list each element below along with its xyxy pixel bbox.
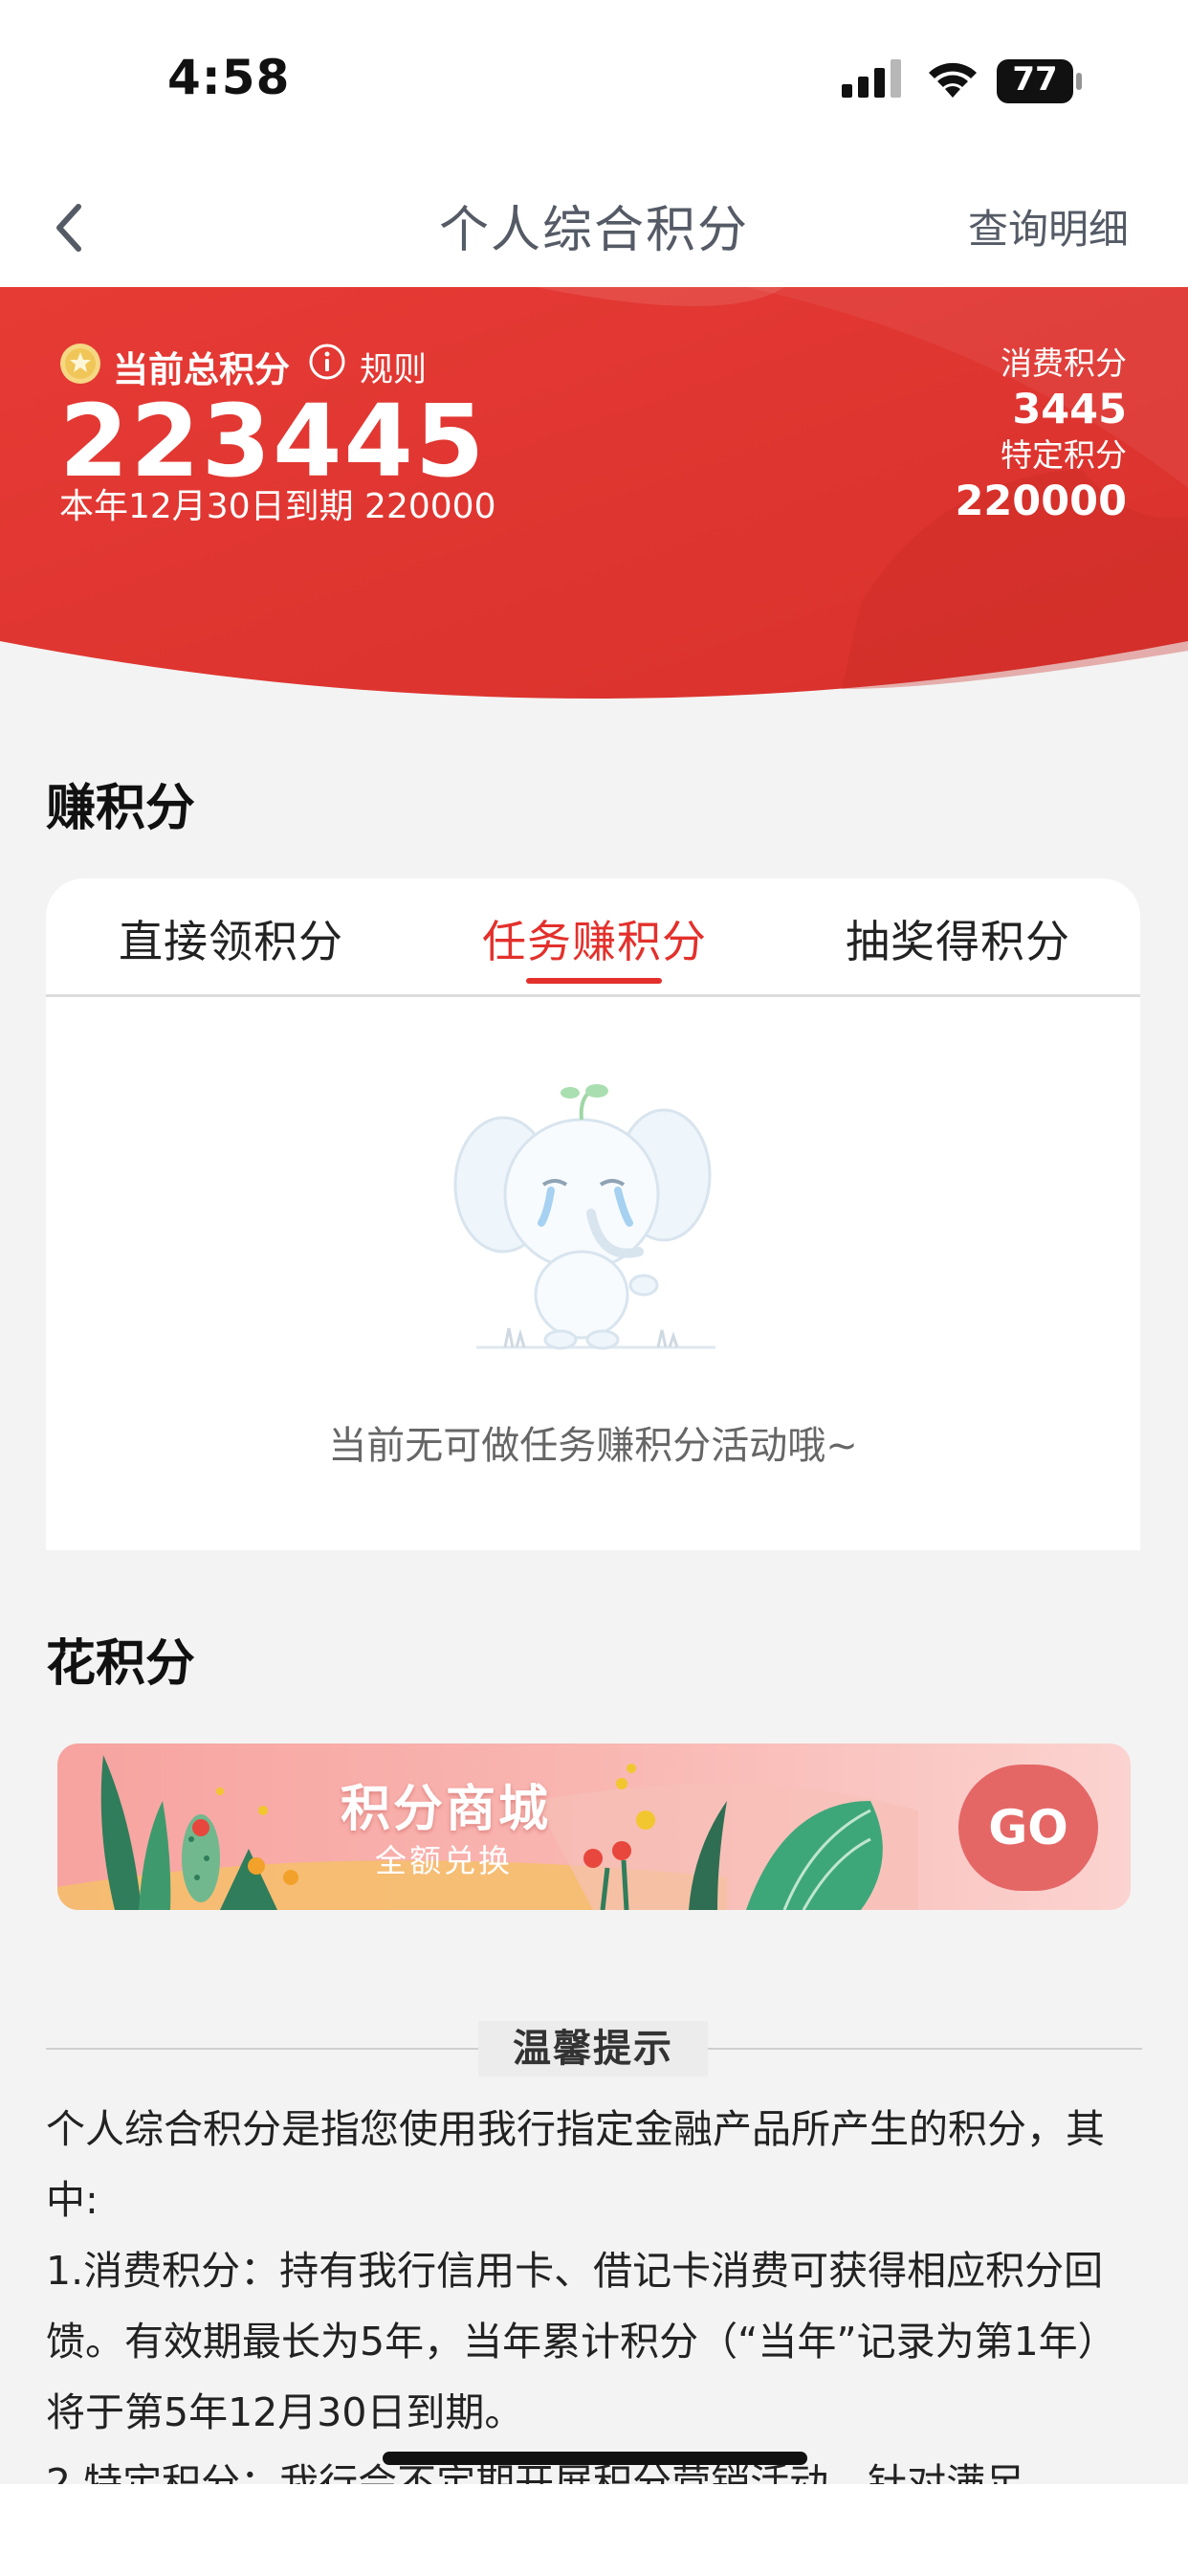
earn-section-title: 赚积分 <box>46 780 196 837</box>
special-points-label: 特定积分 <box>1001 436 1127 474</box>
go-button[interactable]: GO <box>958 1765 1098 1891</box>
earn-tabs: 直接领积分 任务赚积分 抽奖得积分 <box>46 878 1140 997</box>
points-summary-header: 当前总积分 规则 223445 本年12月30日到期 220000 消费积分 3… <box>0 287 1188 704</box>
home-indicator[interactable] <box>383 2452 807 2465</box>
earn-points-card: 直接领积分 任务赚积分 抽奖得积分 当前无可做任务赚积分活动哦~ <box>46 878 1140 1550</box>
empty-state-text: 当前无可做任务赚积分活动哦~ <box>328 1424 858 1468</box>
expiring-points-text: 本年12月30日到期 220000 <box>59 487 496 526</box>
tab-task-earn[interactable]: 任务赚积分 <box>482 907 707 970</box>
cellular-signal-icon <box>842 59 901 98</box>
consume-points-label: 消费积分 <box>1001 344 1127 382</box>
tab-lottery-earn[interactable]: 抽奖得积分 <box>846 907 1070 970</box>
tips-paragraph: 1.消费积分：持有我行信用卡、借记卡消费可获得相应积分回馈。有效期最长为5年，当… <box>46 2248 1117 2435</box>
info-icon[interactable] <box>308 343 346 381</box>
divider <box>708 2048 1142 2050</box>
crying-elephant-illustration <box>453 1084 715 1350</box>
points-mall-banner[interactable]: 积分商城 全额兑换 GO <box>57 1743 1131 1910</box>
spend-section-title: 花积分 <box>46 1635 196 1693</box>
points-breakdown: 消费积分 3445 特定积分 220000 <box>955 344 1127 528</box>
wifi-icon <box>929 62 977 98</box>
query-details-link[interactable]: 查询明细 <box>968 197 1129 255</box>
bottom-safe-area <box>0 2484 1188 2576</box>
tips-paragraph: 个人综合积分是指您使用我行指定金融产品所产生的积分，其中: <box>46 2106 1105 2223</box>
tab-direct-claim[interactable]: 直接领积分 <box>119 907 343 970</box>
divider <box>46 2048 478 2050</box>
medal-star-icon <box>60 344 100 384</box>
status-time: 4:58 <box>167 50 291 105</box>
mall-subtitle: 全额兑换 <box>375 1842 513 1879</box>
active-tab-indicator <box>526 978 662 984</box>
nav-bar: 个人综合积分 查询明细 <box>0 163 1188 287</box>
tips-title: 温馨提示 <box>478 2021 708 2076</box>
battery-level: 77 <box>1012 60 1058 99</box>
status-bar: 4:58 77 <box>0 0 1188 163</box>
mall-title: 积分商城 <box>341 1781 552 1838</box>
consume-points-value: 3445 <box>1012 386 1127 433</box>
special-points-value: 220000 <box>955 477 1127 525</box>
